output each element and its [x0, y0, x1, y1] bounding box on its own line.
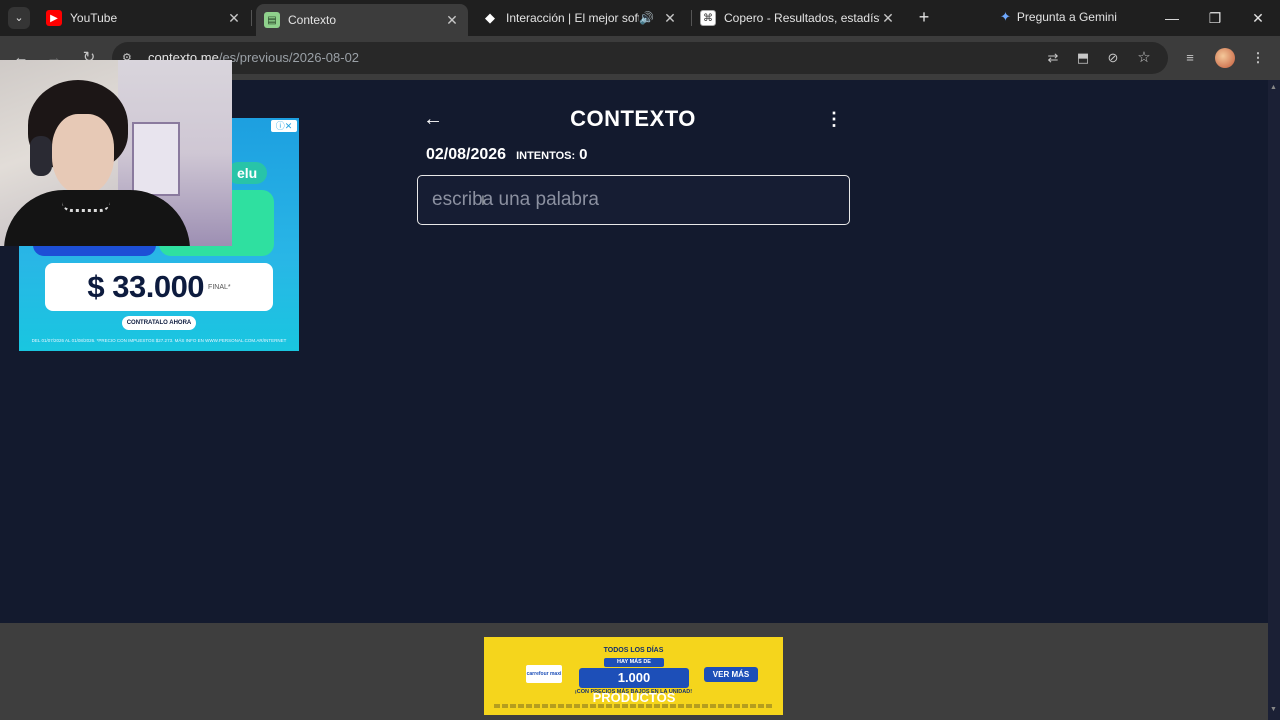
copero-icon: ⌘ — [700, 10, 716, 26]
close-window-button[interactable]: ✕ — [1248, 8, 1268, 28]
restore-icon: ❐ — [1208, 10, 1222, 26]
webcam-overlay — [0, 60, 232, 246]
tab-strip: ⌄ ▶ YouTube ✕ ▤ Contexto ✕ ◆ Interacción… — [0, 0, 1280, 36]
ad-price-box: $ 33.000 FINAL* — [45, 263, 273, 311]
attempts-label: INTENTOS: — [516, 150, 576, 162]
address-bar[interactable]: ⚙ contexto.me/es/previous/2026-08-02 — [112, 42, 1168, 74]
ad-line-2: HAY MÁS DE — [604, 658, 664, 667]
minimize-button[interactable]: — — [1162, 8, 1182, 28]
person-shirt — [4, 190, 190, 246]
tab-title: Contexto — [288, 13, 337, 27]
close-icon[interactable]: ✕ — [880, 10, 896, 27]
gemini-label: Pregunta a Gemini — [1016, 10, 1117, 24]
ad-line-4: ¡CON PRECIOS MÁS BAJOS EN LA UNIDAD! — [574, 689, 693, 695]
ad-fine-print — [494, 704, 774, 708]
bottom-advertisement[interactable]: TODOS LOS DÍAS HAY MÁS DE carrefour maxi… — [484, 637, 783, 715]
kebab-menu-icon[interactable]: ⋮ — [1248, 48, 1268, 68]
attempts-count: 0 — [579, 146, 588, 163]
speaker-icon[interactable]: 🔊 — [639, 11, 654, 25]
ad-fine-print: DEL 01/07/2026 AL 01/08/2026. *PRECIO CO… — [31, 338, 287, 343]
person-necklace — [62, 202, 110, 212]
close-icon[interactable]: ✕ — [662, 10, 678, 27]
page-scrollbar[interactable] — [1268, 80, 1280, 720]
text-cursor-icon: I — [481, 192, 485, 208]
eye-off-icon[interactable]: ⊘ — [1103, 48, 1123, 68]
back-arrow-button[interactable]: ← — [422, 108, 444, 130]
ad-ver-mas-button[interactable]: VER MÁS — [704, 667, 758, 682]
gemini-spark-icon: ✦ — [1000, 9, 1011, 24]
tab-title: Copero - Resultados, estadísticas — [724, 11, 880, 25]
new-tab-button[interactable]: + — [914, 7, 934, 27]
tab-separator — [251, 10, 252, 26]
wall-poster — [132, 122, 180, 196]
game-date: 02/08/2026 — [426, 146, 507, 163]
restore-button[interactable]: ❐ — [1205, 8, 1225, 28]
tab-title: Interacción | El mejor software — [506, 11, 639, 25]
game-info: 02/08/2026 INTENTOS: 0 — [426, 146, 588, 164]
chevron-down-icon: ⌄ — [14, 12, 24, 24]
url-path: /es/previous/2026-08-02 — [218, 50, 360, 65]
adchoices-icon[interactable]: ⓘ✕ — [271, 120, 297, 132]
kebab-menu-icon: ⋮ — [825, 109, 843, 129]
tab-search-button[interactable]: ⌄ — [8, 7, 30, 29]
close-icon: ✕ — [1252, 10, 1264, 26]
arrow-left-icon: ← — [423, 108, 443, 130]
tab-contexto[interactable]: ▤ Contexto ✕ — [256, 4, 468, 36]
profile-avatar[interactable] — [1215, 48, 1235, 68]
close-icon[interactable]: ✕ — [226, 10, 242, 27]
gemini-button[interactable]: ✦ Pregunta a Gemini — [1000, 9, 1117, 25]
tab-copero[interactable]: ⌘ Copero - Resultados, estadísticas ✕ — [692, 4, 904, 32]
scroll-up-icon[interactable]: ▲ — [1270, 84, 1277, 91]
tab-interaccion[interactable]: ◆ Interacción | El mejor software 🔊 ✕ — [474, 4, 686, 32]
headset — [30, 136, 52, 176]
page-title: CONTEXTO — [570, 106, 696, 131]
ad-logo: carrefour maxi — [526, 665, 562, 683]
translate-icon[interactable]: ⇄ — [1043, 48, 1063, 68]
person-face — [52, 114, 114, 194]
interaccion-icon: ◆ — [485, 10, 495, 25]
bookmark-star-icon[interactable]: ☆ — [1134, 48, 1154, 68]
ad-price: $ 33.000 — [87, 269, 205, 304]
plus-icon: + — [918, 7, 930, 27]
ad-line-1: TODOS LOS DÍAS — [603, 647, 664, 654]
minimize-icon: — — [1165, 10, 1179, 26]
ad-badge: elu — [227, 162, 268, 184]
ad-headline: 1.000 PRODUCTOS — [579, 668, 689, 705]
install-app-icon[interactable]: ⬒ — [1073, 48, 1093, 68]
tab-youtube[interactable]: ▶ YouTube ✕ — [38, 4, 250, 32]
media-controls-icon[interactable]: ≡ — [1180, 48, 1200, 68]
close-icon[interactable]: ✕ — [444, 12, 460, 29]
scroll-down-icon[interactable]: ▼ — [1270, 706, 1277, 713]
youtube-icon: ▶ — [46, 10, 62, 26]
ad-cta-button[interactable]: CONTRATALO AHORA — [122, 316, 196, 330]
game-menu-button[interactable]: ⋮ — [824, 108, 844, 130]
ad-price-suffix: FINAL* — [208, 283, 231, 291]
tab-title: YouTube — [70, 11, 118, 25]
contexto-icon: ▤ — [264, 12, 280, 28]
